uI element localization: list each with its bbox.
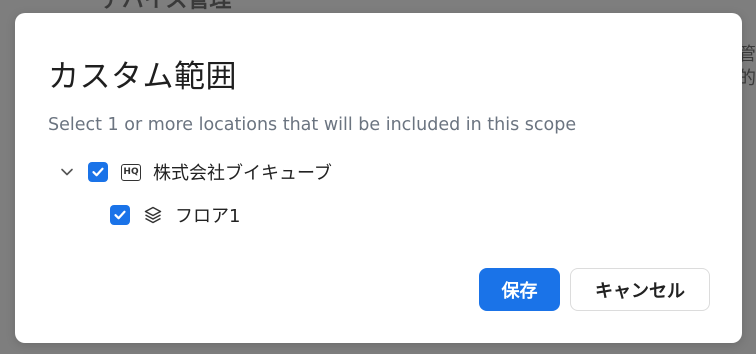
save-button[interactable]: 保存 (479, 268, 560, 311)
background-heading: デバイス管理 (100, 0, 232, 13)
company-checkbox[interactable] (88, 162, 108, 182)
tree-item-floor: フロア1 (110, 201, 240, 229)
tree-item-label: 株式会社ブイキューブ (153, 163, 332, 184)
hq-icon-text: HQ (121, 163, 141, 181)
dialog-description: Select 1 or more locations that will be … (48, 115, 577, 135)
custom-scope-dialog: カスタム範囲 Select 1 or more locations that w… (15, 13, 742, 343)
dialog-title: カスタム範囲 (48, 59, 237, 95)
cancel-button[interactable]: キャンセル (570, 268, 710, 311)
hq-icon: HQ (121, 162, 141, 182)
tree-item-company: HQ 株式会社ブイキューブ (59, 158, 332, 186)
layers-icon (143, 205, 163, 225)
chevron-down-icon[interactable] (59, 164, 75, 180)
tree-item-label: フロア1 (175, 206, 241, 227)
floor-checkbox[interactable] (110, 205, 130, 225)
